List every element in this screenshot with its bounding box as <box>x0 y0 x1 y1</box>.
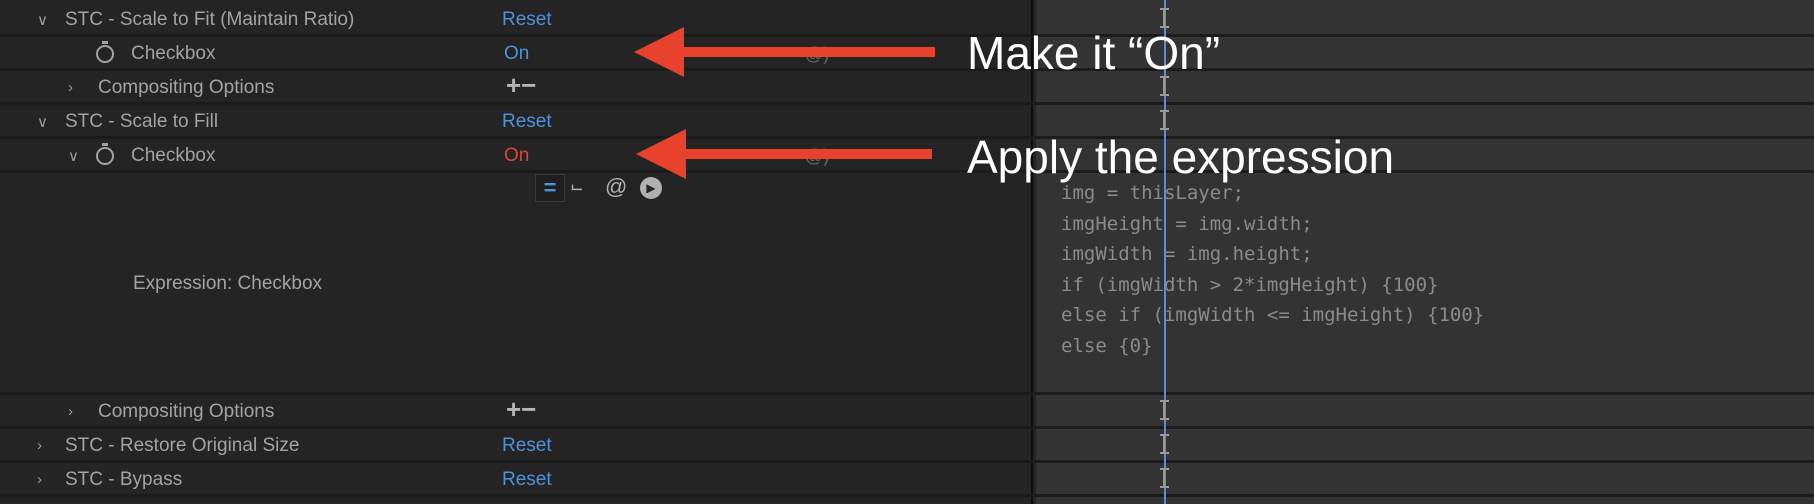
stopwatch-icon[interactable] <box>96 41 114 63</box>
reset-link[interactable]: Reset <box>502 435 552 457</box>
reset-link[interactable]: Reset <box>502 469 552 491</box>
chevron-right-icon[interactable]: › <box>68 403 73 420</box>
expression-editor[interactable]: img = thisLayer; imgHeight = img.width; im… <box>1061 178 1484 361</box>
reset-link[interactable]: Reset <box>502 9 552 31</box>
effect-row-restore-original-size: › STC - Restore Original Size Reset <box>0 428 1032 462</box>
chevron-down-icon[interactable]: ∨ <box>68 147 79 165</box>
graph-icon[interactable]: ⨽ <box>571 174 583 197</box>
code-line: imgHeight = img.width; <box>1061 212 1313 235</box>
effect-row-scale-to-fill: ∨ STC - Scale to Fill Reset <box>0 104 1032 138</box>
annotation-arrow <box>680 47 935 57</box>
checkbox-value-expression[interactable]: On <box>504 145 529 167</box>
property-name: Compositing Options <box>98 401 275 422</box>
arrow-head <box>634 27 684 77</box>
compositing-options-row: › Compositing Options +− <box>0 394 1032 428</box>
add-remove-mask-buttons[interactable]: +− <box>506 70 536 101</box>
code-line: else {0} <box>1061 334 1153 357</box>
compositing-options-row: › Compositing Options +− <box>0 70 1032 104</box>
stopwatch-icon[interactable] <box>96 143 114 165</box>
keyframe-marker <box>1160 468 1169 488</box>
property-name: Checkbox <box>131 43 216 64</box>
code-line: imgWidth = img.height; <box>1061 243 1313 265</box>
chevron-right-icon[interactable]: › <box>37 437 42 454</box>
effect-row-scale-to-fit: ∨ STC - Scale to Fit (Maintain Ratio) Re… <box>0 2 1032 36</box>
effect-row-bypass: › STC - Bypass Reset <box>0 462 1032 496</box>
keyframe-marker <box>1160 8 1169 28</box>
effect-name: STC - Scale to Fill <box>65 111 219 132</box>
annotation-arrow <box>682 149 932 159</box>
arrow-head <box>636 129 686 179</box>
chevron-down-icon[interactable]: ∨ <box>37 11 48 29</box>
checkbox-value[interactable]: On <box>504 43 529 65</box>
effect-name: STC - Bypass <box>65 469 183 490</box>
chevron-right-icon[interactable]: › <box>68 79 73 96</box>
reset-link[interactable]: Reset <box>502 111 552 133</box>
expression-enable-icon[interactable]: = <box>535 174 565 202</box>
expression-label: Expression: Checkbox <box>133 273 323 294</box>
annotation-apply-expression: Apply the expression <box>967 131 1395 183</box>
annotation-make-on: Make it “On” <box>967 27 1221 79</box>
property-name: Checkbox <box>131 145 216 166</box>
language-menu-icon[interactable]: ▶ <box>640 177 662 199</box>
property-name: Compositing Options <box>98 77 275 98</box>
chevron-down-icon[interactable]: ∨ <box>37 113 48 131</box>
keyframe-marker <box>1160 434 1169 454</box>
chevron-right-icon[interactable]: › <box>37 471 42 488</box>
keyframe-marker <box>1160 400 1169 420</box>
code-line: else if (imgWidth <= imgHeight) {100} <box>1061 304 1485 326</box>
effect-name: STC - Restore Original Size <box>65 435 300 456</box>
add-remove-mask-buttons[interactable]: +− <box>506 394 536 425</box>
pick-whip-icon[interactable]: @ <box>605 174 627 200</box>
keyframe-marker <box>1160 110 1169 130</box>
code-line: if (imgWidth > 2*imgHeight) {100} <box>1061 273 1439 296</box>
effect-name: STC - Scale to Fit (Maintain Ratio) <box>65 9 355 30</box>
